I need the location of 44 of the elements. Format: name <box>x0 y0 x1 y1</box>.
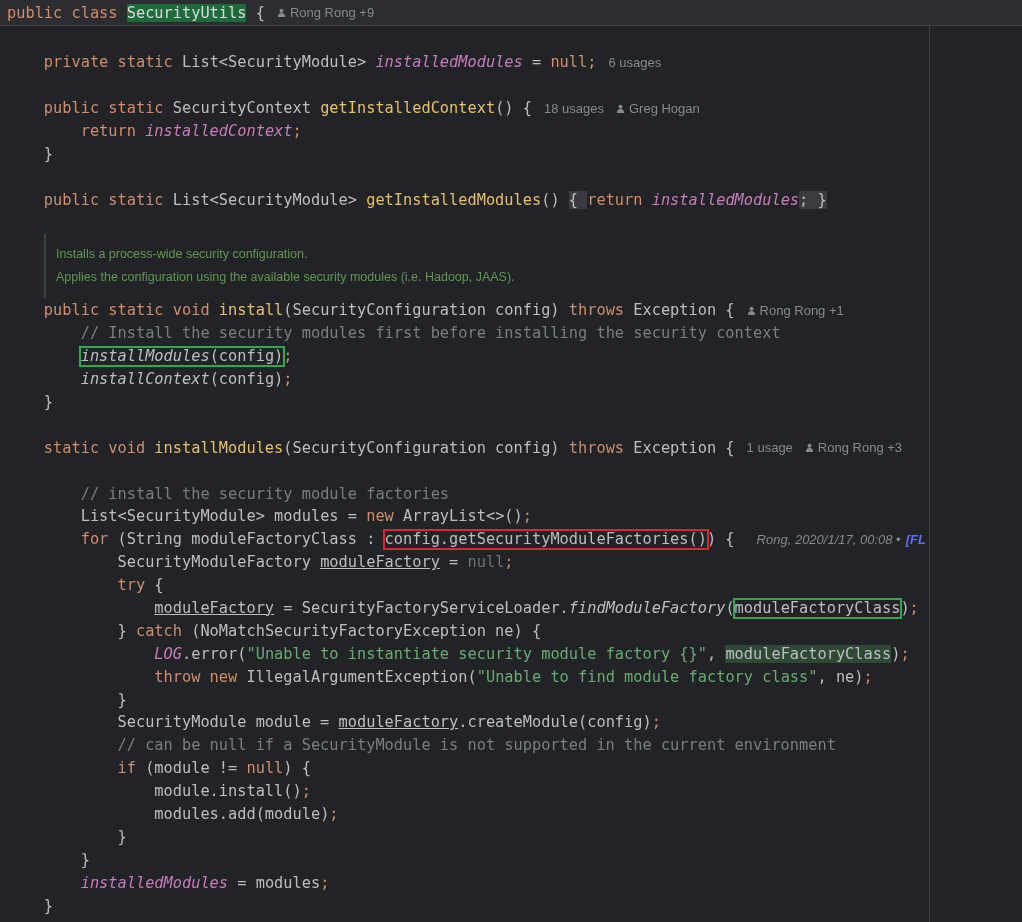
code-line: // can be null if a SecurityModule is not supported in the current environment <box>116 735 836 756</box>
person-icon <box>804 443 814 453</box>
doc-text: Applies the configuration using the available security modules (i.e. Hadoop, JAAS). <box>56 269 516 286</box>
code-line: // install the security module factories <box>79 483 450 504</box>
blame-annotation: Rong, 2020/1/17, 00:08 • <box>756 531 901 547</box>
code-line: if (module != null) { <box>116 758 311 779</box>
code-line: } <box>116 826 127 847</box>
usage-hint: 18 usages <box>543 100 604 116</box>
code-line: return installedContext; <box>79 121 302 141</box>
code-line: LOG.error("Unable to instantiate security module factory {}", moduleFactoryClass); <box>153 643 910 664</box>
code-line: try { <box>116 575 164 596</box>
code-line: } <box>42 143 54 164</box>
code-line: } <box>116 689 127 710</box>
person-icon <box>276 8 286 17</box>
code-line: throw new IllegalArgumentException("Unable to find module factory class", ne); <box>153 666 873 687</box>
usage-hint: 6 usages <box>608 54 662 70</box>
author-hint: Rong Rong +9 <box>289 5 375 20</box>
code-line: public class SecurityUtils { <box>7 2 265 23</box>
code-line: modules.add(module); <box>153 804 339 825</box>
doc-text: Installs a process-wide security configuration. <box>56 246 309 263</box>
code-line: List<SecurityModule> modules = new ArrayList<>(); <box>79 506 532 527</box>
code-line: static void installModules(SecurityConfiguration config) throws Exception { <box>42 437 735 458</box>
author-hint: Greg Hogan <box>628 100 700 116</box>
person-icon <box>615 103 625 113</box>
author-hint: Rong Rong +3 <box>817 440 903 456</box>
usage-hint: 1 usage <box>746 440 793 456</box>
code-line: } catch (NoMatchSecurityFactoryException ne) { <box>116 620 542 641</box>
code-line: private static List<SecurityModule> installedModules = null; <box>42 52 597 73</box>
code-line: // Install the security modules first before installing the security context <box>79 323 781 344</box>
code-line: installedModules = modules; <box>79 872 330 893</box>
code-line: module.install(); <box>153 781 311 802</box>
blame-link[interactable]: [FL <box>905 531 926 547</box>
author-hint: Rong Rong +1 <box>759 302 844 318</box>
code-line: SecurityModuleFactory moduleFactory = null; <box>116 552 514 573</box>
code-line: } <box>79 849 90 870</box>
person-icon <box>746 305 756 315</box>
code-line: SecurityModule module = moduleFactory.createModule(config); <box>116 712 661 733</box>
code-line: installContext(config); <box>79 369 293 390</box>
code-line: } <box>42 895 54 916</box>
code-line: public static SecurityContext getInstalledContext() { <box>42 98 532 119</box>
code-line: public static void install(SecurityConfiguration config) throws Exception { <box>42 300 735 321</box>
code-line: for (String moduleFactoryClass : config.getSecurityModuleFactories()) { <box>79 528 735 550</box>
code-line: } <box>42 392 54 412</box>
code-line: public static List<SecurityModule> getInstalledModules() { return installedModules; } <box>42 189 827 210</box>
